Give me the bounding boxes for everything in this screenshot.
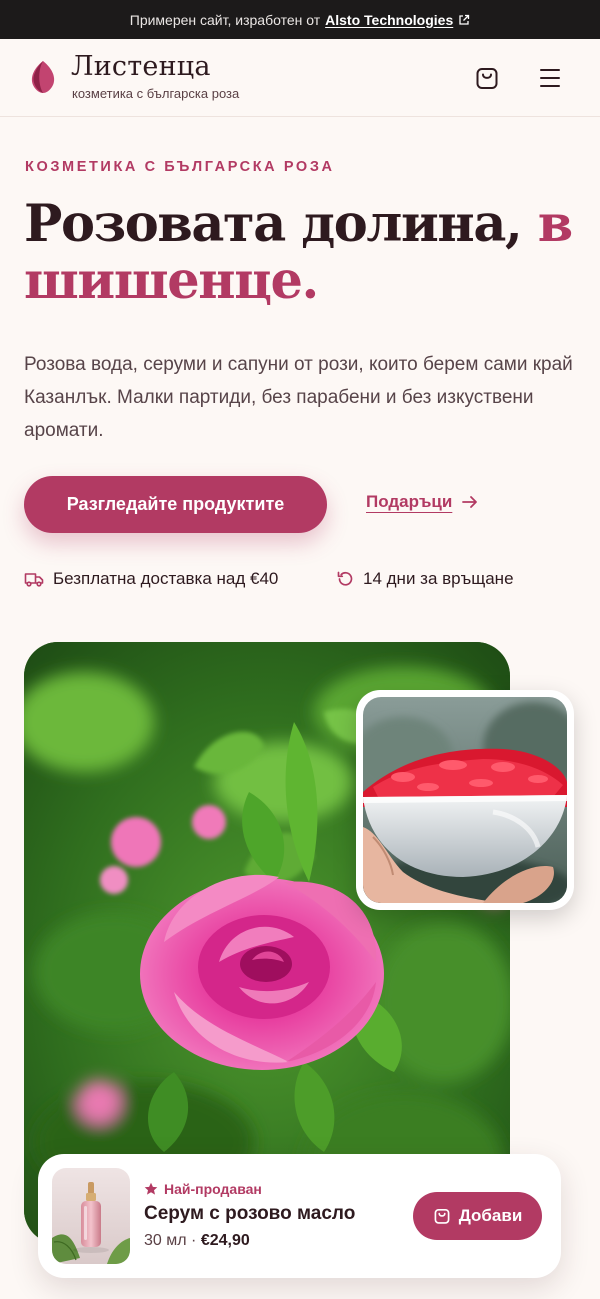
meta-separator: ·	[191, 1232, 197, 1249]
product-volume: 30 мл	[144, 1232, 187, 1249]
hero-eyebrow: КОЗМЕТИКА С БЪЛГАРСКА РОЗА	[25, 159, 335, 175]
hero-subtitle: Розова вода, серуми и сапуни от рози, ко…	[24, 354, 573, 441]
badge-label: Най-продаван	[164, 1181, 262, 1197]
add-to-cart-button[interactable]: Добави	[413, 1192, 542, 1240]
alsto-link[interactable]: Alsto Technologies	[325, 12, 453, 28]
serum-bottle-thumbnail[interactable]	[52, 1168, 130, 1264]
add-button-label: Добави	[458, 1206, 523, 1225]
hero-title-main: Розовата долина,	[24, 194, 523, 254]
browse-products-button[interactable]: Разгледайте продуктите	[24, 476, 327, 533]
rose-petal-logo-icon[interactable]	[30, 60, 56, 94]
hamburger-menu-icon[interactable]	[538, 67, 562, 89]
perk-label: 14 дни за връщане	[363, 569, 514, 588]
brand-name[interactable]: Листенца	[71, 51, 211, 82]
product-price: €24,90	[200, 1232, 250, 1249]
perk-label: Безплатна доставка над €40	[53, 569, 279, 588]
return-arrow-icon	[337, 571, 353, 586]
gifts-link-label: Подаръци	[366, 492, 453, 511]
bestseller-badge: Най-продаван	[144, 1181, 262, 1197]
product-name[interactable]: Серум с розово масло	[144, 1203, 355, 1225]
brand-tagline: козметика с българска роза	[72, 86, 240, 101]
product-meta: 30 мл · €24,90	[144, 1232, 250, 1250]
arrow-right-icon	[462, 496, 478, 508]
perk-free-delivery: Безплатна доставка над €40	[24, 569, 278, 589]
demo-site-banner: Примерен сайт, изработен от Alsto Techno…	[0, 0, 600, 39]
shopping-bag-icon[interactable]	[474, 65, 500, 91]
shopping-bag-icon	[434, 1208, 450, 1224]
perk-returns: 14 дни за връщане	[336, 569, 514, 589]
banner-text: Примерен сайт, изработен от	[129, 11, 321, 28]
star-icon	[144, 1182, 158, 1195]
delivery-truck-icon	[24, 573, 44, 587]
gifts-link[interactable]: Подаръци	[366, 492, 478, 512]
serum-bottle-illustration	[52, 1168, 130, 1264]
rose-petals-bowl-photo	[356, 690, 574, 910]
petal-bowl-illustration	[363, 697, 567, 903]
external-link-icon[interactable]	[458, 14, 470, 26]
hero-title: Розовата долина, в шишенце.	[24, 196, 584, 310]
featured-product-card[interactable]: Най-продаван Серум с розово масло 30 мл …	[38, 1154, 561, 1278]
site-header: Листенца козметика с българска роза	[0, 39, 600, 117]
